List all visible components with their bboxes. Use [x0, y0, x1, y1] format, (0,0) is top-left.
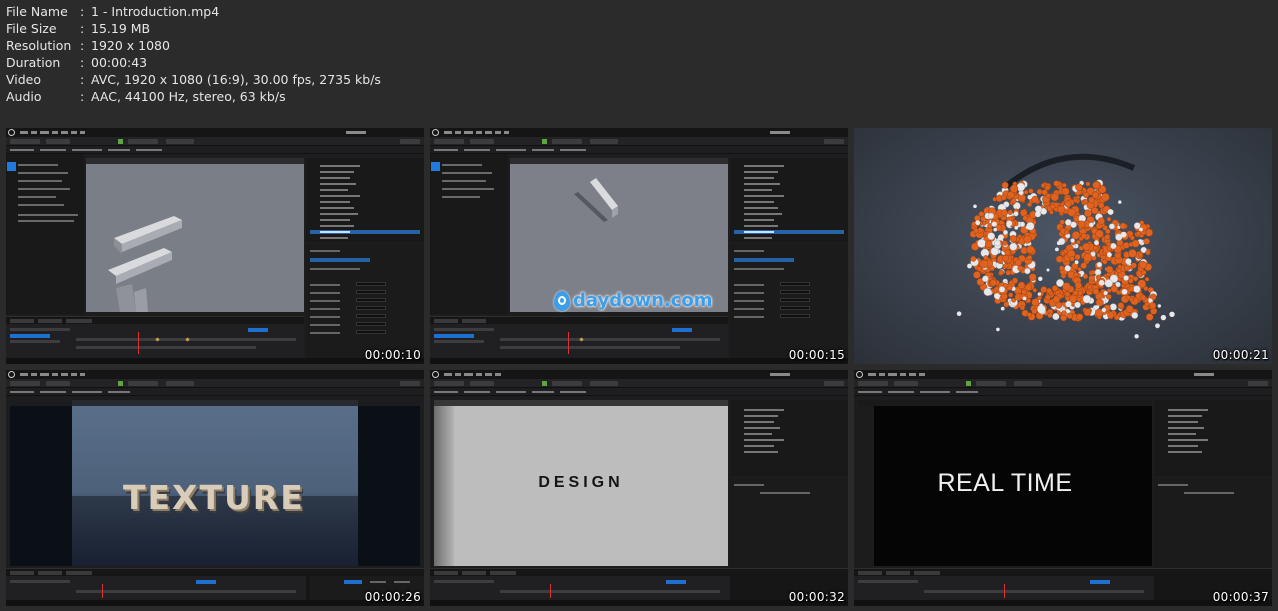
details-panel — [1154, 478, 1272, 568]
editor-menu-bar — [854, 370, 1272, 379]
file-info-row: File Name:1 - Introduction.mp4 — [6, 3, 381, 20]
editor-toolbar — [6, 379, 424, 388]
modes-panel — [6, 154, 84, 314]
unreal-logo-icon — [856, 371, 863, 378]
timestamp-label: 00:00:32 — [788, 590, 845, 604]
timestamp-label: 00:00:21 — [1212, 348, 1269, 362]
file-info-key: Audio — [6, 89, 42, 104]
level-viewport[interactable] — [86, 158, 304, 312]
thumbnail[interactable]: 00:00:10 — [6, 128, 424, 364]
select-mode-icon — [7, 162, 16, 171]
texture-title: TEXTURE — [123, 478, 305, 517]
file-info-separator: : — [80, 89, 85, 104]
file-info-value: AVC, 1920 x 1080 (16:9), 30.00 fps, 2735… — [91, 72, 381, 87]
watermark: daydown.com — [554, 290, 713, 311]
outliner-panel — [730, 158, 848, 242]
editor-toolbar — [6, 137, 424, 146]
play-icon — [542, 139, 547, 144]
select-mode-icon — [431, 162, 440, 171]
thumbnail[interactable]: REAL TIME 00:00:37 — [854, 370, 1272, 606]
play-icon — [118, 381, 123, 386]
editor-toolbar — [430, 379, 848, 388]
file-info-separator: : — [80, 55, 85, 70]
file-info-key: Video — [6, 72, 42, 87]
thumbnail-grid: 00:00:10 daydown.com 00:00:15 00:00:21 T… — [6, 128, 1272, 608]
file-info-row: File Size:15.19 MB — [6, 20, 381, 37]
unreal-logo-icon — [8, 129, 15, 136]
watermark-text: daydown.com — [573, 290, 713, 311]
status-bar — [430, 600, 848, 606]
unreal-logo-icon — [432, 371, 439, 378]
watermark-logo-icon — [554, 290, 570, 311]
editor-menu-bar — [6, 128, 424, 137]
editor-subbar — [6, 146, 424, 154]
beam-meshes — [108, 216, 182, 312]
sequencer-panel — [430, 324, 728, 358]
play-icon — [966, 381, 971, 386]
beam-meshes — [574, 178, 618, 222]
file-info-key: File Name — [6, 4, 68, 19]
status-bar — [6, 600, 424, 606]
file-info-value: 00:00:43 — [91, 55, 148, 70]
level-viewport[interactable]: TEXTURE — [10, 400, 420, 566]
sequencer-panel — [6, 324, 304, 358]
file-info-row: Audio: AAC, 44100 Hz, stereo, 63 kb/s — [6, 88, 381, 105]
design-title: DESIGN — [538, 474, 624, 491]
real-time-title: REAL TIME — [937, 468, 1073, 497]
file-info-row: Duration:00:00:43 — [6, 54, 381, 71]
file-info-value: 15.19 MB — [91, 21, 151, 36]
editor-toolbar — [854, 379, 1272, 388]
status-bar — [854, 600, 1272, 606]
level-viewport[interactable] — [510, 158, 728, 312]
timestamp-label: 00:00:26 — [364, 590, 421, 604]
thumbnail[interactable]: DESIGN 00:00:32 — [430, 370, 848, 606]
editor-menu-bar — [6, 370, 424, 379]
file-info-key: File Size — [6, 21, 57, 36]
status-bar — [430, 358, 848, 364]
editor-subbar — [854, 388, 1272, 396]
outliner-panel — [306, 158, 424, 242]
play-icon — [542, 381, 547, 386]
play-icon — [118, 139, 123, 144]
file-info: File Name:1 - Introduction.mp4 File Size… — [6, 3, 381, 105]
thumbnail[interactable]: TEXTURE 00:00:26 — [6, 370, 424, 606]
file-info-key: Resolution — [6, 38, 72, 53]
file-info-separator: : — [80, 38, 85, 53]
outliner-panel — [730, 400, 848, 476]
file-info-value: 1 - Introduction.mp4 — [91, 4, 220, 19]
details-panel — [730, 244, 848, 364]
timestamp-label: 00:00:37 — [1212, 590, 1269, 604]
file-info-separator: : — [80, 4, 85, 19]
file-info-row: Resolution:1920 x 1080 — [6, 37, 381, 54]
file-info-value: AAC, 44100 Hz, stereo, 63 kb/s — [91, 89, 286, 104]
editor-menu-bar — [430, 128, 848, 137]
thumbnail[interactable]: 00:00:21 — [854, 128, 1272, 364]
file-info-separator: : — [80, 21, 85, 36]
details-panel — [306, 244, 424, 364]
editor-toolbar — [430, 137, 848, 146]
outliner-panel — [1154, 400, 1272, 476]
particle-logo — [956, 153, 1175, 339]
unreal-logo-icon — [432, 129, 439, 136]
file-info-separator: : — [80, 72, 85, 87]
editor-subbar — [430, 146, 848, 154]
unreal-logo-icon — [8, 371, 15, 378]
editor-menu-bar — [430, 370, 848, 379]
level-viewport[interactable]: DESIGN — [434, 400, 728, 566]
editor-subbar — [430, 388, 848, 396]
level-viewport[interactable]: REAL TIME — [858, 400, 1152, 566]
modes-panel — [430, 154, 508, 314]
file-info-row: Video: AVC, 1920 x 1080 (16:9), 30.00 fps… — [6, 71, 381, 88]
details-panel — [730, 478, 848, 568]
sequencer-panel — [6, 576, 306, 600]
file-info-key: Duration — [6, 55, 61, 70]
sequencer-panel — [854, 576, 1154, 600]
editor-subbar — [6, 388, 424, 396]
file-info-value: 1920 x 1080 — [91, 38, 170, 53]
thumbnail[interactable]: daydown.com 00:00:15 — [430, 128, 848, 364]
timestamp-label: 00:00:15 — [788, 348, 845, 362]
timestamp-label: 00:00:10 — [364, 348, 421, 362]
status-bar — [6, 358, 424, 364]
sequencer-panel — [430, 576, 730, 600]
